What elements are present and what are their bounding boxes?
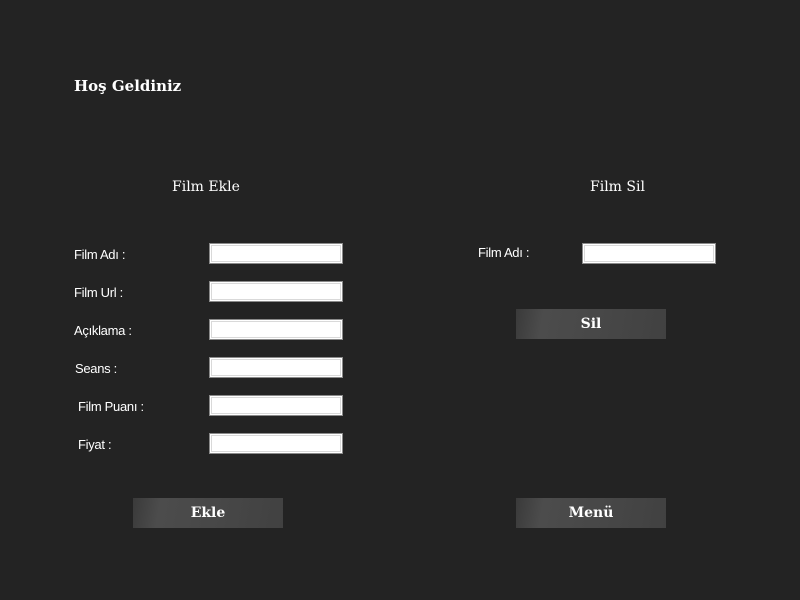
delete-film-name-label: Film Adı : xyxy=(478,245,530,260)
add-film-heading: Film Ekle xyxy=(172,179,240,195)
page-title: Hoş Geldiniz xyxy=(74,77,182,95)
film-url-label: Film Url : xyxy=(74,285,123,300)
price-label: Fiyat : xyxy=(78,437,112,452)
film-url-input[interactable] xyxy=(209,281,343,302)
delete-button[interactable]: Sil xyxy=(516,309,666,339)
description-label: Açıklama : xyxy=(74,323,132,338)
film-name-input[interactable] xyxy=(209,243,343,264)
add-button[interactable]: Ekle xyxy=(133,498,283,528)
delete-film-heading: Film Sil xyxy=(590,179,645,195)
film-rating-input[interactable] xyxy=(209,395,343,416)
delete-film-name-input[interactable] xyxy=(582,243,716,264)
description-input[interactable] xyxy=(209,319,343,340)
session-label: Seans : xyxy=(75,361,117,376)
film-rating-label: Film Puanı : xyxy=(78,399,144,414)
price-input[interactable] xyxy=(209,433,343,454)
film-name-label: Film Adı : xyxy=(74,247,126,262)
session-input[interactable] xyxy=(209,357,343,378)
menu-button[interactable]: Menü xyxy=(516,498,666,528)
